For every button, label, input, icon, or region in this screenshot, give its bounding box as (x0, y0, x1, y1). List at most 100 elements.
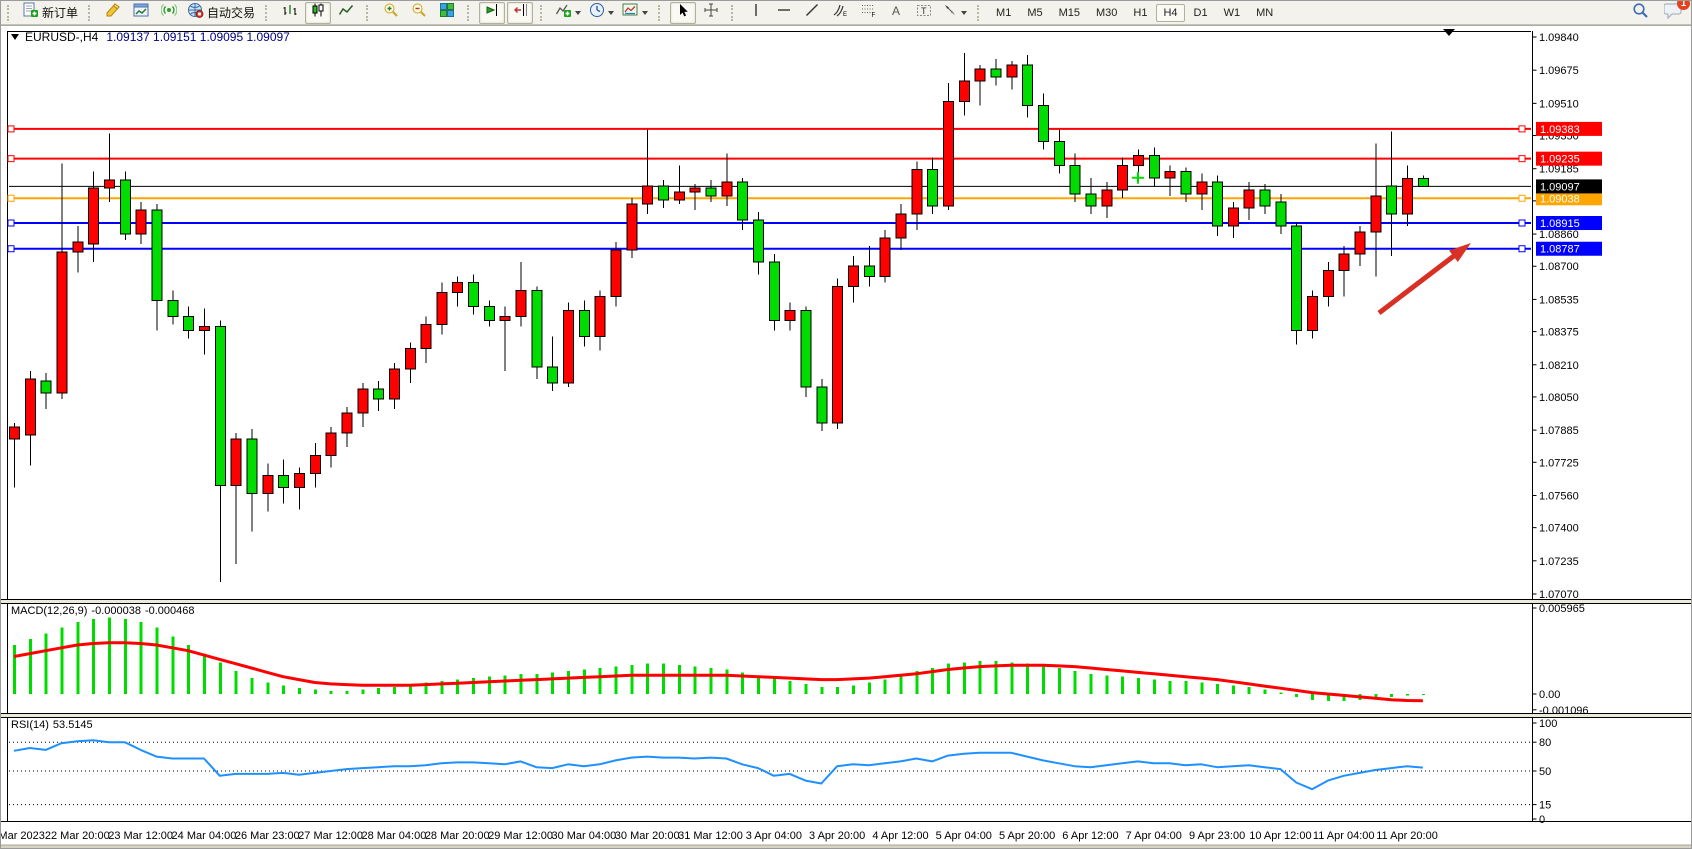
line-handle[interactable] (8, 126, 14, 132)
svg-text:1.07235: 1.07235 (1539, 556, 1579, 568)
signals-button[interactable] (156, 2, 182, 24)
new-chart-button[interactable] (128, 2, 154, 24)
tab-timeframe-m15[interactable]: M15 (1052, 4, 1087, 22)
horizontal-line-tool-button[interactable] (771, 2, 797, 24)
fibonacci-tool-button[interactable]: F (855, 2, 881, 24)
svg-text:29 Mar 12:00: 29 Mar 12:00 (488, 830, 553, 842)
zoom-out-icon (411, 2, 427, 23)
svg-text:4 Apr 12:00: 4 Apr 12:00 (872, 830, 928, 842)
svg-text:1.08050: 1.08050 (1539, 392, 1579, 404)
templates-button[interactable] (619, 2, 651, 24)
candle (453, 282, 463, 292)
tab-timeframe-d1[interactable]: D1 (1187, 4, 1215, 22)
svg-text:1.07400: 1.07400 (1539, 523, 1579, 535)
svg-text:1.07725: 1.07725 (1539, 457, 1579, 469)
rsi-label: RSI(14)53.5145 (11, 719, 97, 731)
line-handle[interactable] (8, 246, 14, 252)
tab-timeframe-h1[interactable]: H1 (1126, 4, 1154, 22)
cursor-tool-button[interactable] (670, 2, 696, 24)
equidistant-channel-icon: E (832, 2, 849, 23)
bar-chart-mode-button[interactable] (277, 2, 303, 24)
svg-text:A: A (892, 4, 900, 18)
candle (864, 266, 874, 276)
svg-text:1.07070: 1.07070 (1539, 589, 1579, 601)
line-handle[interactable] (1519, 126, 1525, 132)
notifications-button[interactable]: 1 (1664, 2, 1683, 24)
bar-chart-icon (282, 2, 298, 23)
line-handle[interactable] (1519, 195, 1525, 201)
text-label-tool-button[interactable]: T (911, 2, 937, 24)
svg-text:1.08535: 1.08535 (1539, 294, 1579, 306)
toolbar-right: 1 (1626, 2, 1691, 24)
tab-timeframe-mn[interactable]: MN (1249, 4, 1280, 22)
arrows-tool-button[interactable] (939, 2, 970, 24)
candle (247, 439, 257, 493)
candle (136, 210, 146, 234)
chart-title: EURUSD-,H4 1.09137 1.09151 1.09095 1.090… (11, 30, 290, 44)
candle (358, 389, 368, 413)
candle (326, 433, 336, 455)
tab-timeframe-w1[interactable]: W1 (1217, 4, 1248, 22)
candle (706, 188, 716, 196)
zoom-out-button[interactable] (406, 2, 432, 24)
candle (975, 69, 985, 81)
candle (564, 310, 574, 382)
autotrading-icon (187, 2, 204, 23)
line-chart-mode-button[interactable] (333, 2, 359, 24)
new-order-label: 新订单 (42, 4, 78, 21)
line-handle[interactable] (1519, 220, 1525, 226)
line-handle[interactable] (1519, 246, 1525, 252)
line-handle[interactable] (8, 156, 14, 162)
toolbar-grip (265, 5, 272, 21)
svg-text:1.09383: 1.09383 (1540, 124, 1580, 136)
chart-collapse-icon[interactable] (11, 34, 19, 40)
autoscroll-icon (484, 2, 500, 23)
line-handle[interactable] (8, 220, 14, 226)
chart-window[interactable]: EURUSD-,H4 1.09137 1.09151 1.09095 1.090… (1, 25, 1692, 849)
tile-windows-button[interactable] (434, 2, 460, 24)
candle (500, 317, 510, 321)
candle (643, 186, 653, 204)
tab-timeframe-m30[interactable]: M30 (1089, 4, 1124, 22)
chart-shift-button[interactable] (507, 2, 533, 24)
vertical-line-tool-button[interactable] (743, 2, 769, 24)
text-tool-button[interactable]: A (883, 2, 909, 24)
macd-label: MACD(12,26,9)-0.000038-0.000468 (11, 605, 199, 617)
line-handle[interactable] (1519, 156, 1525, 162)
candle (627, 204, 637, 250)
toolbar-grip (366, 5, 373, 21)
tab-timeframe-m5[interactable]: M5 (1020, 4, 1049, 22)
trendline-tool-button[interactable] (799, 2, 825, 24)
zoom-in-button[interactable] (378, 2, 404, 24)
svg-text:1.09097: 1.09097 (1540, 181, 1580, 193)
periods-button[interactable] (586, 2, 617, 24)
candlestick-icon (310, 2, 326, 23)
metaeditor-button[interactable] (100, 2, 126, 24)
tab-timeframe-m1[interactable]: M1 (989, 4, 1018, 22)
svg-text:1.09840: 1.09840 (1539, 32, 1579, 44)
autotrading-button[interactable]: 自动交易 (184, 2, 258, 24)
new-order-button[interactable]: 新订单 (19, 2, 81, 24)
svg-text:F: F (871, 13, 875, 18)
candle (595, 296, 605, 336)
crosshair-tool-button[interactable] (698, 2, 724, 24)
svg-text:24 Mar 04:00: 24 Mar 04:00 (172, 830, 237, 842)
candle (1371, 196, 1381, 232)
candle (912, 170, 922, 214)
svg-text:11 Apr 04:00: 11 Apr 04:00 (1313, 830, 1375, 842)
toolbar-grip (731, 5, 738, 21)
candlestick-mode-button[interactable] (305, 2, 331, 24)
svg-text:1.07885: 1.07885 (1539, 425, 1579, 437)
svg-text:10 Apr 12:00: 10 Apr 12:00 (1249, 830, 1311, 842)
equidistant-channel-tool-button[interactable]: E (827, 2, 853, 24)
candle (263, 475, 273, 493)
svg-text:1.08210: 1.08210 (1539, 360, 1579, 372)
line-handle[interactable] (8, 195, 14, 201)
tab-timeframe-h4[interactable]: H4 (1156, 4, 1184, 22)
autoscroll-button[interactable] (479, 2, 505, 24)
plus-marker-annotation (1132, 172, 1144, 184)
chart-shift-icon (512, 2, 528, 23)
trend-arrow-annotation[interactable] (1379, 243, 1471, 313)
search-button[interactable] (1627, 2, 1653, 24)
indicators-button[interactable] (552, 2, 584, 24)
